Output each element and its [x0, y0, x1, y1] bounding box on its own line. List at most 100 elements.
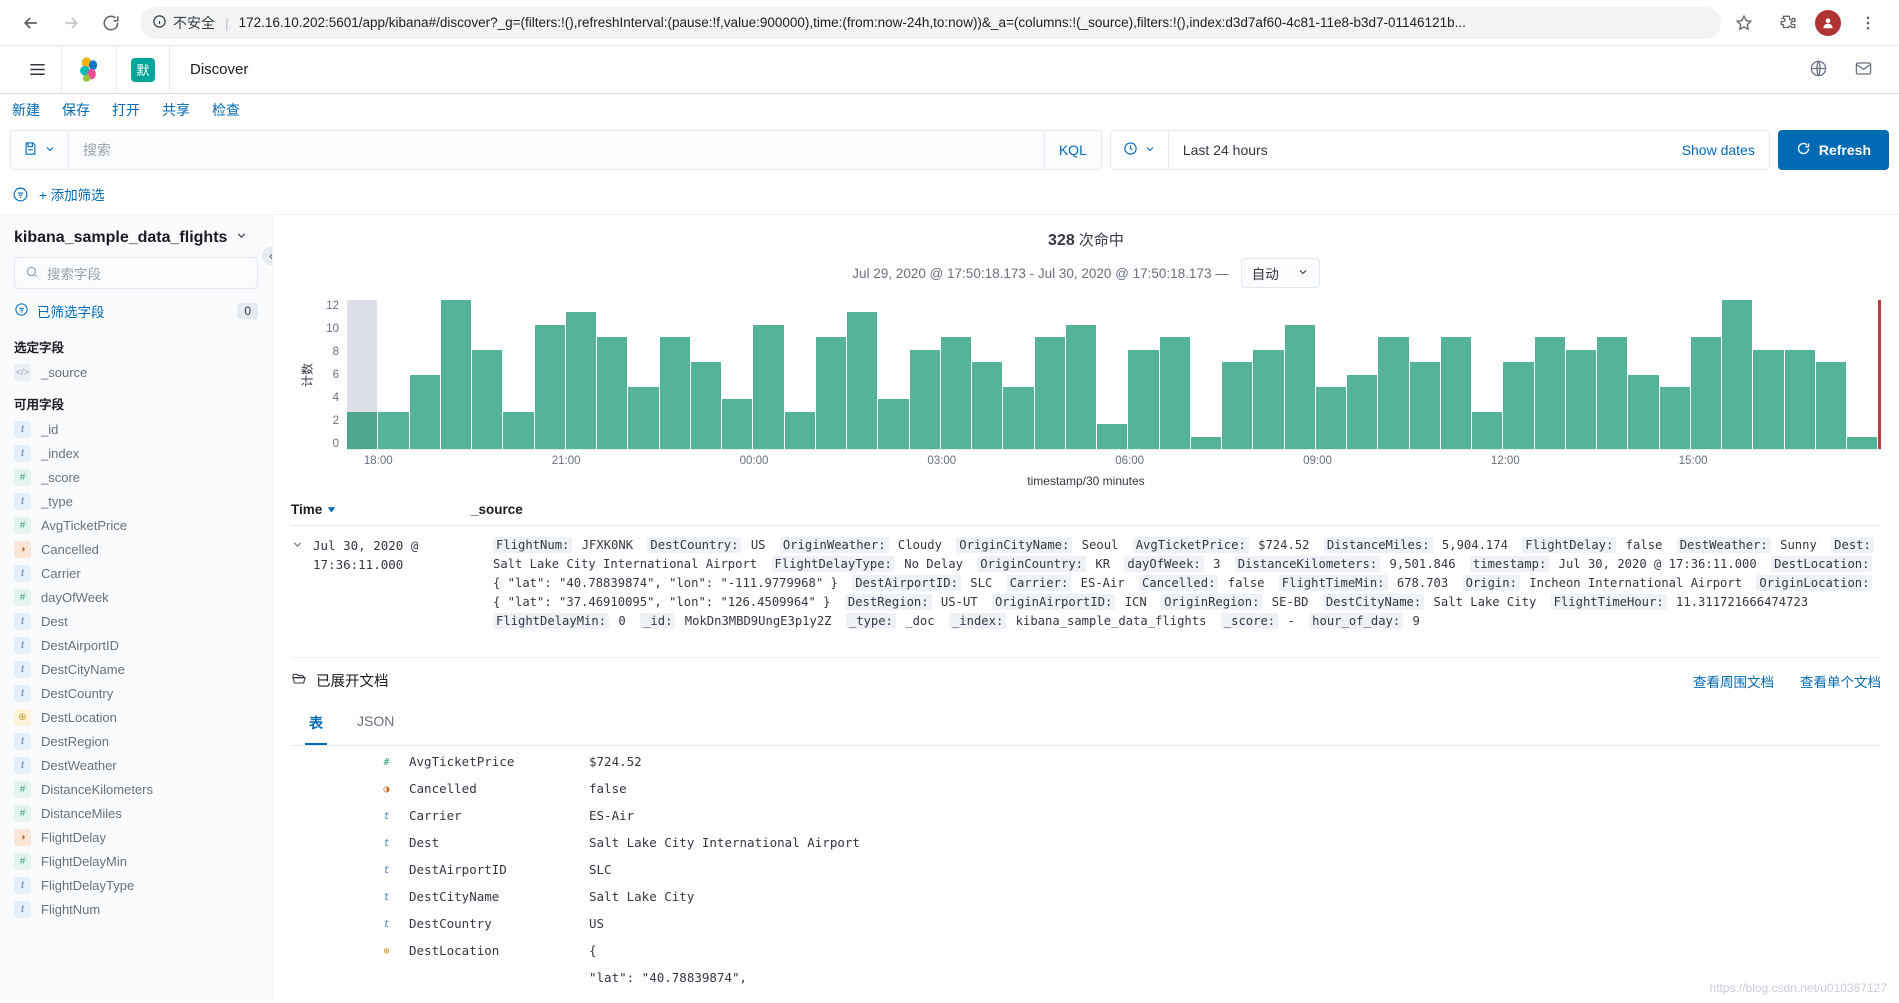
chart-bar[interactable]: [1190, 436, 1221, 449]
field-item-AvgTicketPrice[interactable]: # AvgTicketPrice: [14, 513, 258, 537]
mail-icon[interactable]: [1854, 59, 1873, 81]
tab-json[interactable]: JSON: [353, 703, 398, 745]
index-pattern-selector[interactable]: kibana_sample_data_flights: [14, 223, 258, 257]
chart-bar[interactable]: [347, 300, 378, 449]
search-input[interactable]: 搜索: [69, 140, 1044, 160]
chart-bar[interactable]: [1159, 337, 1190, 449]
saved-query-button[interactable]: [11, 131, 69, 169]
chart-bar[interactable]: [1722, 300, 1753, 449]
chart-bar[interactable]: [753, 324, 784, 449]
chart-bar[interactable]: [847, 312, 878, 449]
inspect-link[interactable]: 检查: [212, 100, 240, 120]
refresh-button[interactable]: Refresh: [1777, 130, 1889, 170]
field-item-source[interactable]: </> _source: [14, 360, 258, 384]
chart-bar[interactable]: [1347, 374, 1378, 449]
chart-bar[interactable]: [1253, 349, 1284, 449]
chart-bar[interactable]: [503, 411, 534, 449]
date-picker[interactable]: Last 24 hours Show dates: [1109, 130, 1770, 170]
expanded-field-row[interactable]: t DestCityName Salt Lake City: [291, 889, 1881, 916]
chart-bar[interactable]: [972, 362, 1003, 449]
date-range-label[interactable]: Last 24 hours: [1169, 142, 1668, 158]
expanded-field-row[interactable]: t DestAirportID SLC: [291, 862, 1881, 889]
field-item-FlightNum[interactable]: t FlightNum: [14, 897, 258, 921]
space-switcher[interactable]: 默: [117, 46, 169, 94]
expand-row-toggle[interactable]: [291, 536, 313, 631]
field-item-score[interactable]: # _score: [14, 465, 258, 489]
address-bar[interactable]: 不安全 | 172.16.10.202:5601/app/kibana#/dis…: [140, 6, 1721, 39]
chart-bar[interactable]: [1784, 349, 1815, 449]
chart-bar[interactable]: [1565, 349, 1596, 449]
chart-bar[interactable]: [1284, 324, 1315, 449]
expanded-field-row[interactable]: t Carrier ES-Air: [291, 808, 1881, 835]
view-surrounding-documents-link[interactable]: 查看周围文档: [1693, 671, 1774, 691]
field-item-DestWeather[interactable]: t DestWeather: [14, 753, 258, 777]
column-header-time[interactable]: Time: [291, 502, 471, 517]
field-item-FlightDelayMin[interactable]: # FlightDelayMin: [14, 849, 258, 873]
chart-bar[interactable]: [628, 386, 659, 449]
chart-bar[interactable]: [1409, 362, 1440, 449]
chart-bar[interactable]: [440, 300, 471, 449]
expanded-field-row[interactable]: ◑ Cancelled false: [291, 781, 1881, 808]
avatar[interactable]: [1815, 9, 1841, 36]
chart-bar[interactable]: [1315, 386, 1346, 449]
histogram-chart[interactable]: 计数 12 10 8 6 4 2 0: [291, 300, 1882, 450]
expanded-field-row[interactable]: t Dest Salt Lake City International Airpor…: [291, 835, 1881, 862]
chart-bar[interactable]: [1222, 362, 1253, 449]
field-item-DistanceMiles[interactable]: # DistanceMiles: [14, 801, 258, 825]
field-item-Dest[interactable]: t Dest: [14, 609, 258, 633]
chart-bar[interactable]: [1503, 362, 1534, 449]
collapse-left-icon[interactable]: [262, 247, 272, 265]
chart-bar[interactable]: [597, 337, 628, 449]
field-item-DestCountry[interactable]: t DestCountry: [14, 681, 258, 705]
chart-bar[interactable]: [1065, 324, 1096, 449]
chart-bar[interactable]: [1378, 337, 1409, 449]
add-filter-button[interactable]: + 添加筛选: [39, 184, 105, 204]
chart-bar[interactable]: [1628, 374, 1659, 449]
chart-bar[interactable]: [1097, 424, 1128, 449]
chart-bar[interactable]: [472, 349, 503, 449]
field-item-FlightDelay[interactable]: ◑ FlightDelay: [14, 825, 258, 849]
chart-bar[interactable]: [940, 337, 971, 449]
chart-bar[interactable]: [690, 362, 721, 449]
expanded-field-row[interactable]: # AvgTicketPrice $724.52: [291, 754, 1881, 781]
query-language-button[interactable]: KQL: [1043, 131, 1101, 169]
chart-bar[interactable]: [534, 324, 565, 449]
expanded-field-row[interactable]: "lat": "40.78839874",: [291, 970, 1881, 997]
field-item-DestLocation[interactable]: ⊕ DestLocation: [14, 705, 258, 729]
chart-bar[interactable]: [659, 337, 690, 449]
new-link[interactable]: 新建: [12, 100, 40, 120]
chart-bar[interactable]: [1753, 349, 1784, 449]
chart-bar[interactable]: [1472, 411, 1503, 449]
table-row[interactable]: Jul 30, 2020 @ 17:36:11.000 FlightNum: J…: [291, 526, 1881, 631]
chart-bar[interactable]: [1128, 349, 1159, 449]
chart-bar[interactable]: [784, 411, 815, 449]
field-item-dayOfWeek[interactable]: # dayOfWeek: [14, 585, 258, 609]
expanded-field-row[interactable]: t DestCountry US: [291, 916, 1881, 943]
expanded-field-row[interactable]: ⊕ DestLocation {: [291, 943, 1881, 970]
field-item-DistanceKilometers[interactable]: # DistanceKilometers: [14, 777, 258, 801]
forward-arrow-icon[interactable]: [54, 6, 88, 40]
field-item-FlightDelayType[interactable]: t FlightDelayType: [14, 873, 258, 897]
share-link[interactable]: 共享: [162, 100, 190, 120]
chart-bar[interactable]: [565, 312, 596, 449]
field-item-id[interactable]: t _id: [14, 417, 258, 441]
chart-bar[interactable]: [815, 337, 846, 449]
chart-bar[interactable]: [1534, 337, 1565, 449]
field-item-Cancelled[interactable]: ◑ Cancelled: [14, 537, 258, 561]
column-header-source[interactable]: _source: [471, 502, 1881, 517]
elastic-logo-icon[interactable]: [62, 46, 116, 94]
chart-bar[interactable]: [1659, 386, 1690, 449]
security-status[interactable]: 不安全: [152, 13, 215, 33]
filter-funnel-icon[interactable]: [12, 186, 29, 203]
chart-plot-area[interactable]: [347, 300, 1882, 450]
field-item-DestRegion[interactable]: t DestRegion: [14, 729, 258, 753]
reload-icon[interactable]: [94, 6, 128, 40]
chart-bar[interactable]: [909, 349, 940, 449]
chart-bar[interactable]: [409, 374, 440, 449]
interval-select[interactable]: 自动: [1240, 258, 1320, 288]
field-item-DestCityName[interactable]: t DestCityName: [14, 657, 258, 681]
chart-bar[interactable]: [378, 411, 409, 449]
browser-menu-icon[interactable]: [1851, 6, 1885, 40]
chart-bar[interactable]: [722, 399, 753, 449]
chart-bar[interactable]: [1597, 337, 1628, 449]
